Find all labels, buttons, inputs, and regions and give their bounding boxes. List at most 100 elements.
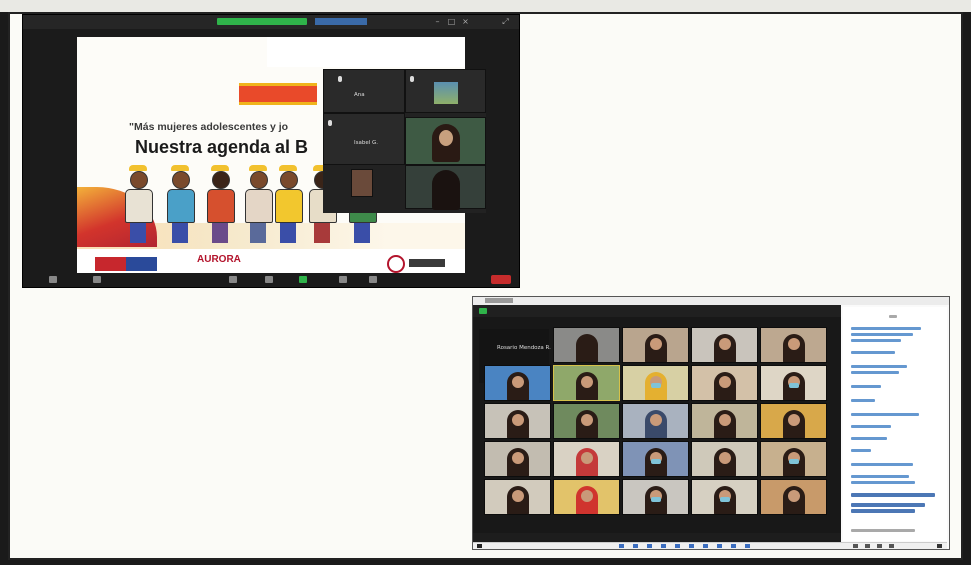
participant-video[interactable] [691, 403, 758, 439]
participant-video[interactable] [691, 327, 758, 363]
slide-header-logo [239, 83, 317, 105]
illustration-girl [205, 165, 235, 243]
participant-video[interactable] [622, 479, 689, 515]
participant-tile[interactable]: Isabel G. [323, 113, 405, 165]
chat-message [851, 327, 921, 330]
taskbar-app-icon[interactable] [703, 544, 708, 548]
slide-subtitle: "Más mujeres adolescentes y jo [129, 121, 289, 133]
participants-icon[interactable] [265, 276, 273, 283]
participant-video[interactable] [691, 365, 758, 401]
notification-icon[interactable] [937, 544, 942, 548]
mic-icon [338, 76, 342, 82]
participant-video[interactable] [484, 441, 551, 477]
meeting-controls-bar [23, 273, 517, 287]
participant-avatar[interactable] [351, 169, 373, 197]
participant-name: Ana [354, 92, 365, 98]
minimize-icon[interactable]: – [433, 17, 442, 26]
mic-icon [328, 120, 332, 126]
taskbar-app-icon[interactable] [717, 544, 722, 548]
participant-tile[interactable] [405, 69, 486, 113]
illustration-girl [123, 165, 153, 243]
taskbar-app-icon[interactable] [745, 544, 750, 548]
chat-message [851, 399, 875, 402]
taskbar-app-icon[interactable] [675, 544, 680, 548]
participant-tile[interactable]: Ana [323, 69, 405, 113]
chat-message [851, 385, 881, 388]
participant-video[interactable] [622, 403, 689, 439]
start-icon[interactable] [477, 544, 482, 548]
maximize-icon[interactable]: □ [447, 17, 456, 26]
participant-face [439, 130, 453, 146]
participant-video[interactable] [691, 479, 758, 515]
chat-message [851, 463, 913, 466]
participant-video[interactable] [622, 441, 689, 477]
leave-meeting-button[interactable] [491, 275, 511, 284]
gallery-top-bar [473, 305, 841, 317]
chat-icon[interactable] [339, 276, 347, 283]
chat-message [851, 351, 895, 354]
participant-video[interactable] [553, 441, 620, 477]
participant-video[interactable] [484, 403, 551, 439]
paper-top-edge [0, 0, 971, 12]
participant-video[interactable] [405, 165, 486, 210]
taskbar-app-icon[interactable] [619, 544, 624, 548]
view-options-button[interactable] [315, 18, 367, 25]
mute-icon[interactable] [49, 276, 57, 283]
windows-taskbar [473, 542, 947, 549]
participant-video[interactable] [553, 403, 620, 439]
chat-message [851, 425, 891, 428]
chat-message [851, 481, 915, 484]
participant-video[interactable] [484, 365, 551, 401]
share-screen-icon[interactable] [299, 276, 307, 283]
system-tray[interactable] [853, 544, 858, 548]
participant-video[interactable] [622, 365, 689, 401]
system-tray[interactable] [889, 544, 894, 548]
participant-video[interactable] [553, 365, 620, 401]
taskbar-app-icon[interactable] [661, 544, 666, 548]
participant-video[interactable] [553, 327, 620, 363]
fullscreen-icon[interactable]: ⤢ [501, 17, 510, 26]
participant-video[interactable] [691, 441, 758, 477]
taskbar-app-icon[interactable] [633, 544, 638, 548]
system-tray[interactable] [865, 544, 870, 548]
participant-video[interactable] [553, 479, 620, 515]
chat-link[interactable] [851, 503, 925, 507]
participant-video[interactable] [760, 365, 827, 401]
program-logo: AURORA [197, 254, 241, 265]
slide-title: Nuestra agenda al B [135, 137, 309, 157]
taskbar-app-icon[interactable] [647, 544, 652, 548]
window-titlebar: – □ × ⤢ [23, 15, 519, 29]
participant-video[interactable] [760, 327, 827, 363]
participant-video[interactable] [760, 403, 827, 439]
reactions-icon[interactable] [369, 276, 377, 283]
participant-video[interactable] [622, 327, 689, 363]
video-icon[interactable] [93, 276, 101, 283]
sharing-status-banner[interactable] [217, 18, 307, 25]
participant-video[interactable] [405, 117, 486, 165]
participant-video[interactable] [484, 479, 551, 515]
participant-name: Isabel G. [354, 140, 379, 146]
chat-link[interactable] [851, 509, 915, 513]
self-view-name: Rosario Mendoza R. [497, 345, 551, 351]
chat-message [851, 449, 871, 452]
chat-link[interactable] [851, 493, 935, 497]
institution-logo [387, 253, 447, 275]
chat-message [851, 413, 919, 416]
encryption-shield-icon [479, 308, 487, 314]
taskbar-app-icon[interactable] [689, 544, 694, 548]
close-icon[interactable]: × [461, 17, 470, 26]
taskbar-app-icon[interactable] [731, 544, 736, 548]
meeting-window-shared-screen: – □ × ⤢ "Más mujeres adolescentes y jo N… [22, 14, 520, 288]
security-icon[interactable] [229, 276, 237, 283]
chat-message [851, 333, 913, 336]
participant-video[interactable] [760, 441, 827, 477]
mic-icon [410, 76, 414, 82]
participant-avatar [434, 82, 458, 104]
window-titlebar [473, 297, 949, 305]
chat-message [851, 365, 907, 368]
system-tray[interactable] [877, 544, 882, 548]
chat-message [851, 475, 909, 478]
participant-video[interactable] [760, 479, 827, 515]
government-logo [95, 257, 157, 271]
chat-input[interactable] [851, 529, 915, 532]
